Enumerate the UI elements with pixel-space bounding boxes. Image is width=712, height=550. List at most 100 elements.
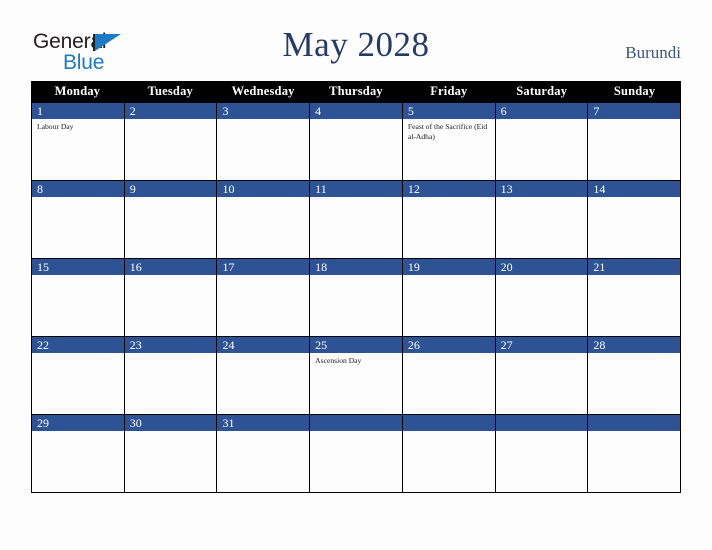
weekday-header-sunday: Sunday bbox=[613, 84, 656, 98]
day-number: 28 bbox=[588, 337, 681, 353]
holiday-label: Feast of the Sacrifice (Eid al-Adha) bbox=[407, 122, 488, 141]
calendar-day-cell-19[interactable]: 19 bbox=[402, 259, 496, 336]
day-number: 9 bbox=[124, 181, 217, 197]
weekday-header-wednesday: Wednesday bbox=[231, 84, 295, 98]
day-events bbox=[217, 431, 309, 434]
calendar-day-cell-7[interactable]: 7 bbox=[588, 103, 682, 180]
calendar-day-cell-30[interactable]: 30 bbox=[124, 415, 218, 492]
day-number bbox=[495, 415, 588, 431]
weekday-header-thursday: Thursday bbox=[329, 84, 383, 98]
calendar-day-cell-2[interactable]: 2 bbox=[124, 103, 218, 180]
calendar-day-cell-23[interactable]: 23 bbox=[124, 337, 218, 414]
holiday-label: Ascension Day bbox=[315, 356, 362, 365]
calendar-day-cell-empty[interactable] bbox=[402, 415, 496, 492]
day-events bbox=[125, 431, 217, 434]
day-events bbox=[588, 197, 680, 200]
weekday-header-row: Monday Tuesday Wednesday Thursday Friday Satu… bbox=[31, 81, 681, 102]
calendar-day-cell-17[interactable]: 17 bbox=[217, 259, 311, 336]
calendar-day-cell-4[interactable]: 4 bbox=[310, 103, 403, 180]
calendar-day-cell-15[interactable]: 15 bbox=[31, 259, 125, 336]
day-number bbox=[402, 415, 495, 431]
day-events bbox=[32, 353, 124, 356]
holiday-label: Labour Day bbox=[37, 122, 74, 131]
calendar-page: General Blue May 2028 Burundi Monday Tues… bbox=[0, 0, 712, 550]
day-events bbox=[588, 275, 680, 278]
day-number: 6 bbox=[495, 103, 588, 119]
day-events bbox=[125, 275, 217, 278]
day-events bbox=[403, 197, 495, 200]
day-number: 20 bbox=[495, 259, 588, 275]
calendar-day-cell-29[interactable]: 29 bbox=[31, 415, 125, 492]
calendar-day-cell-5[interactable]: 5 Feast of the Sacrifice (Eid al-Adha) bbox=[402, 103, 496, 180]
calendar-day-cell-14[interactable]: 14 bbox=[588, 181, 682, 258]
calendar-day-cell-11[interactable]: 11 bbox=[310, 181, 403, 258]
calendar-day-cell-empty[interactable] bbox=[310, 415, 403, 492]
day-events: Labour Day bbox=[32, 119, 124, 132]
calendar-day-cell-empty[interactable] bbox=[588, 415, 682, 492]
day-events bbox=[588, 353, 680, 356]
day-number: 15 bbox=[32, 259, 124, 275]
calendar-day-cell-1[interactable]: 1 Labour Day bbox=[31, 103, 125, 180]
day-events bbox=[403, 275, 495, 278]
day-number: 5 bbox=[402, 103, 495, 119]
day-number: 13 bbox=[495, 181, 588, 197]
day-events bbox=[217, 353, 309, 356]
country-label: Burundi bbox=[625, 43, 681, 62]
day-events bbox=[403, 431, 495, 434]
calendar-day-cell-21[interactable]: 21 bbox=[588, 259, 682, 336]
calendar-day-cell-31[interactable]: 31 bbox=[217, 415, 311, 492]
calendar-day-cell-18[interactable]: 18 bbox=[310, 259, 403, 336]
calendar-day-cell-16[interactable]: 16 bbox=[124, 259, 218, 336]
day-events bbox=[217, 275, 309, 278]
day-number: 1 bbox=[32, 103, 124, 119]
day-events bbox=[32, 275, 124, 278]
day-number: 23 bbox=[124, 337, 217, 353]
calendar-day-cell-8[interactable]: 8 bbox=[31, 181, 125, 258]
day-number: 17 bbox=[217, 259, 310, 275]
day-events: Ascension Day bbox=[310, 353, 402, 366]
day-events bbox=[125, 197, 217, 200]
calendar-day-cell-25[interactable]: 25 Ascension Day bbox=[310, 337, 403, 414]
day-events bbox=[310, 119, 402, 122]
day-events bbox=[217, 119, 309, 122]
day-number: 31 bbox=[217, 415, 310, 431]
calendar-week-row: 15 16 17 18 19 20 21 bbox=[31, 259, 682, 337]
calendar-week-row: 8 9 10 11 12 13 14 bbox=[31, 181, 682, 259]
calendar-week-row: 1 Labour Day 2 3 4 5 Feast of the Sacrifice (E… bbox=[31, 102, 682, 181]
day-events bbox=[125, 353, 217, 356]
day-number: 21 bbox=[588, 259, 681, 275]
weekday-header-monday: Monday bbox=[54, 84, 101, 98]
calendar-week-row: 29 30 31 bbox=[31, 415, 682, 493]
calendar-day-cell-22[interactable]: 22 bbox=[31, 337, 125, 414]
calendar-week-row: 22 23 24 25 Ascension Day 26 27 28 bbox=[31, 337, 682, 415]
day-events bbox=[310, 197, 402, 200]
calendar-day-cell-3[interactable]: 3 bbox=[217, 103, 311, 180]
day-number: 11 bbox=[310, 181, 402, 197]
calendar-day-cell-6[interactable]: 6 bbox=[495, 103, 589, 180]
day-number: 3 bbox=[217, 103, 310, 119]
calendar-day-cell-27[interactable]: 27 bbox=[495, 337, 589, 414]
calendar-day-cell-12[interactable]: 12 bbox=[402, 181, 496, 258]
page-header: General Blue May 2028 Burundi bbox=[0, 0, 712, 81]
day-events bbox=[310, 275, 402, 278]
day-number: 26 bbox=[402, 337, 495, 353]
page-title: May 2028 bbox=[282, 25, 430, 64]
day-number bbox=[310, 415, 402, 431]
calendar-weeks: 1 Labour Day 2 3 4 5 Feast of the Sacrifice (E… bbox=[31, 102, 682, 493]
calendar-day-cell-28[interactable]: 28 bbox=[588, 337, 682, 414]
day-number: 8 bbox=[32, 181, 124, 197]
day-events bbox=[496, 197, 588, 200]
calendar-day-cell-20[interactable]: 20 bbox=[495, 259, 589, 336]
day-events bbox=[32, 431, 124, 434]
calendar-day-cell-empty[interactable] bbox=[495, 415, 589, 492]
calendar-grid: Monday Tuesday Wednesday Thursday Friday Satu… bbox=[31, 81, 682, 493]
day-events bbox=[496, 353, 588, 356]
calendar-day-cell-9[interactable]: 9 bbox=[124, 181, 218, 258]
day-events bbox=[588, 431, 680, 434]
day-events bbox=[125, 119, 217, 122]
day-number: 22 bbox=[32, 337, 124, 353]
calendar-day-cell-13[interactable]: 13 bbox=[495, 181, 589, 258]
calendar-day-cell-10[interactable]: 10 bbox=[217, 181, 311, 258]
calendar-day-cell-24[interactable]: 24 bbox=[217, 337, 311, 414]
calendar-day-cell-26[interactable]: 26 bbox=[402, 337, 496, 414]
